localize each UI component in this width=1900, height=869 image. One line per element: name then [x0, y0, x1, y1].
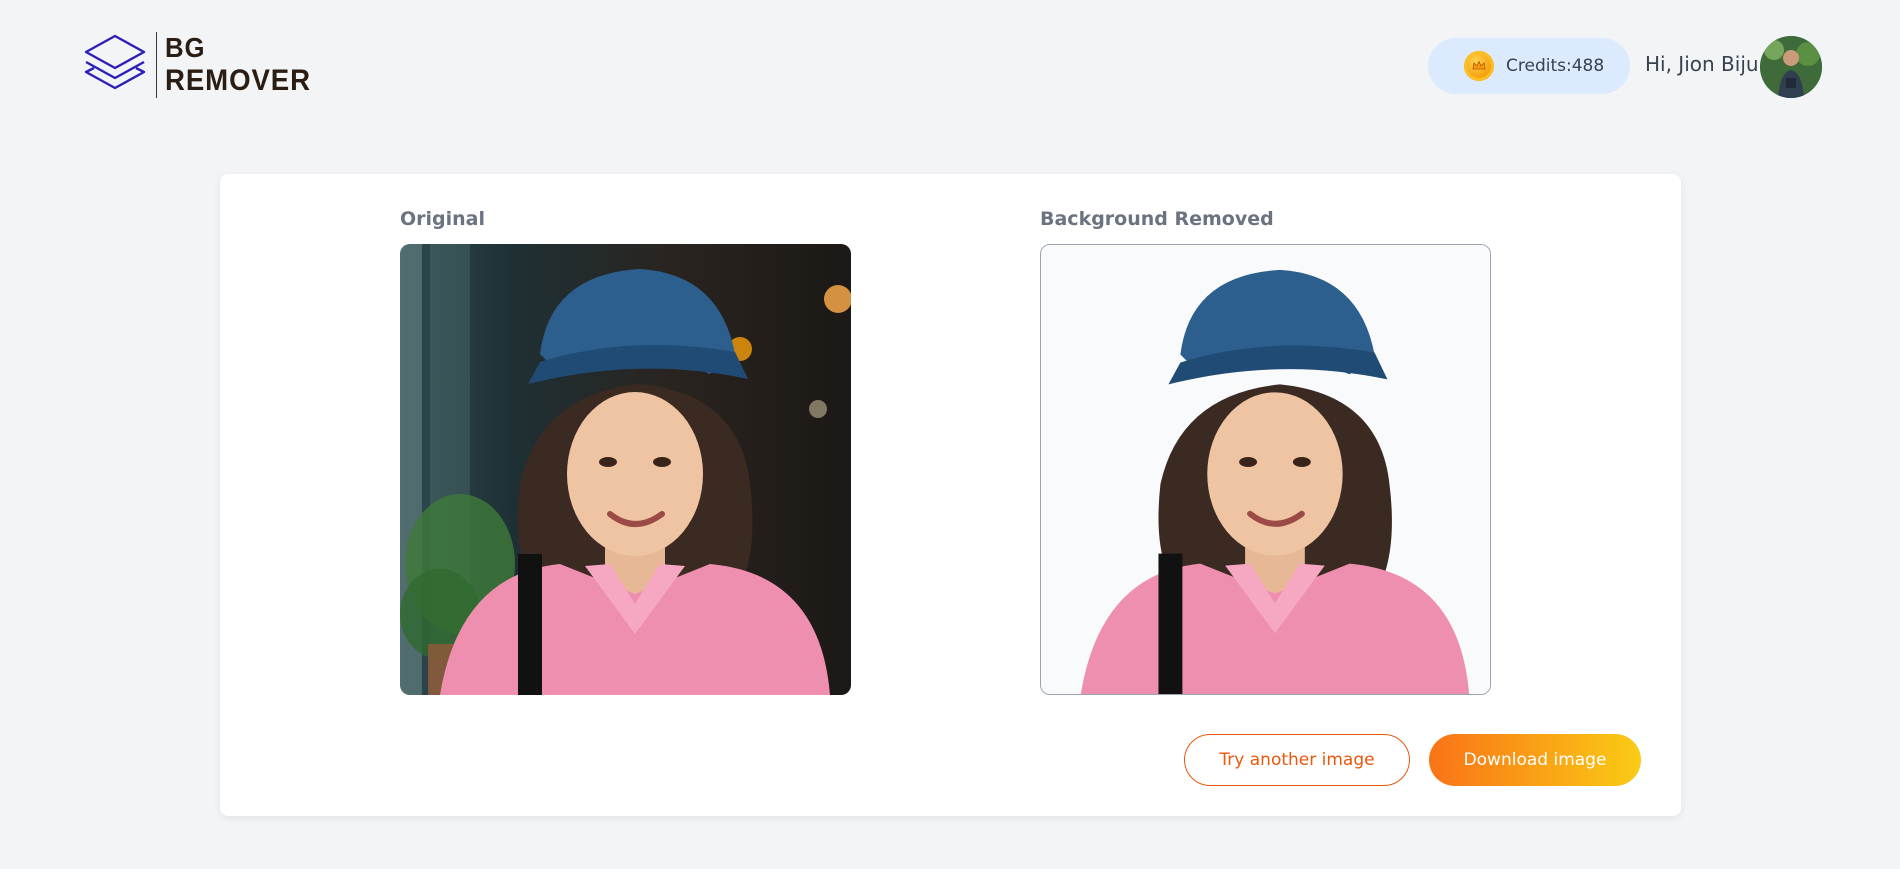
try-another-image-button[interactable]: Try another image: [1184, 734, 1410, 786]
logo[interactable]: BG REMOVER: [82, 32, 324, 98]
original-image: [400, 244, 851, 695]
logo-line-1: BG: [165, 32, 206, 63]
top-bar: BG REMOVER Credits:488 Hi, Jion Biju: [0, 0, 1900, 132]
crown-coin-icon: [1464, 51, 1494, 81]
user-greeting: Hi, Jion Biju: [1645, 52, 1759, 76]
layers-logo-icon: [84, 34, 146, 90]
download-image-button[interactable]: Download image: [1429, 734, 1641, 786]
background-removed-label: Background Removed: [1040, 208, 1274, 230]
result-card: Original Background Removed Try another …: [220, 174, 1681, 816]
user-avatar[interactable]: [1760, 36, 1822, 98]
credits-count: Credits:488: [1506, 56, 1605, 76]
credits-badge[interactable]: Credits:488: [1428, 38, 1630, 94]
logo-divider: [156, 32, 157, 98]
background-removed-image: [1040, 244, 1491, 695]
logo-wordmark: BG REMOVER: [165, 34, 311, 96]
logo-line-2: REMOVER: [165, 64, 311, 97]
original-label: Original: [400, 208, 486, 230]
